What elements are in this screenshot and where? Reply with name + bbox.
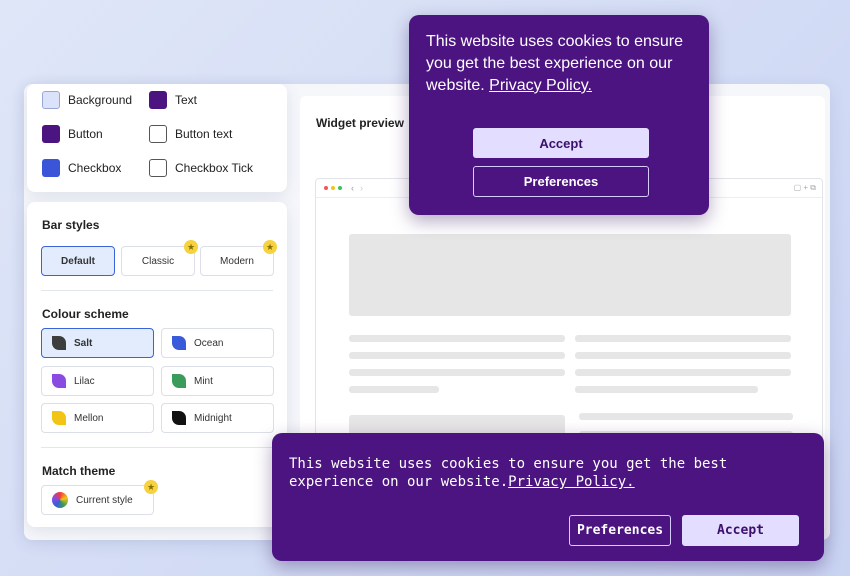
scheme-salt[interactable]: Salt	[41, 328, 154, 358]
scheme-mint[interactable]: Mint	[161, 366, 274, 396]
button-text-swatch[interactable]	[149, 125, 167, 143]
colour-label: Button text	[175, 127, 233, 141]
color-wheel-icon	[52, 492, 68, 508]
text-placeholder	[575, 386, 758, 393]
browser-actions-icon: ▢ + ⧉	[793, 183, 816, 192]
divider	[41, 290, 273, 291]
cookie-popup-top: This website uses cookies to ensure you …	[409, 15, 709, 215]
colour-checkbox-tick-row[interactable]: Checkbox Tick	[149, 159, 253, 177]
privacy-policy-link[interactable]: Privacy Policy.	[489, 77, 592, 94]
privacy-policy-link[interactable]: Privacy Policy.	[508, 474, 634, 490]
close-dot-icon	[324, 186, 328, 190]
scheme-mellon[interactable]: Mellon	[41, 403, 154, 433]
colour-text-row[interactable]: Text	[149, 91, 197, 109]
colour-label: Background	[68, 93, 133, 107]
cookie-message: This website uses cookies to ensure you …	[289, 455, 809, 491]
text-swatch[interactable]	[149, 91, 167, 109]
cookie-popup-bottom: This website uses cookies to ensure you …	[272, 433, 824, 561]
text-placeholder	[349, 369, 565, 376]
scheme-label: Mint	[194, 375, 213, 387]
cookie-message: This website uses cookies to ensure you …	[426, 31, 701, 97]
scheme-label: Lilac	[74, 375, 95, 387]
checkbox-tick-swatch[interactable]	[149, 159, 167, 177]
bar-style-modern[interactable]: Modern	[200, 246, 274, 276]
scheme-label: Salt	[74, 337, 93, 349]
divider	[41, 447, 273, 448]
salt-leaf-icon	[52, 336, 66, 350]
mellon-leaf-icon	[52, 411, 66, 425]
forward-arrow-icon: ›	[360, 183, 363, 193]
premium-star-icon: ★	[184, 240, 198, 254]
bar-style-default[interactable]: Default	[41, 246, 115, 276]
text-placeholder	[575, 369, 791, 376]
browser-mockup: ‹ › ▢ + ⧉	[315, 178, 823, 460]
back-arrow-icon: ‹	[351, 183, 354, 193]
content-placeholder	[349, 234, 791, 316]
match-theme-label: Current style	[76, 494, 133, 506]
style-settings-panel: Bar styles Default Classic ★ Modern ★ Co…	[27, 202, 287, 527]
colour-checkbox-row[interactable]: Checkbox	[42, 159, 121, 177]
scheme-label: Ocean	[194, 337, 224, 349]
background-swatch[interactable]	[42, 91, 60, 109]
ocean-leaf-icon	[172, 336, 186, 350]
colour-background-row[interactable]: Background	[42, 91, 132, 109]
scheme-label: Mellon	[74, 412, 104, 424]
text-placeholder	[579, 413, 793, 420]
button-swatch[interactable]	[42, 125, 60, 143]
text-placeholder	[349, 386, 439, 393]
colour-settings-panel: Background Text Button Button text Check…	[27, 84, 287, 192]
colour-scheme-title: Colour scheme	[42, 307, 129, 321]
text-placeholder	[349, 335, 565, 342]
bar-style-classic[interactable]: Classic	[121, 246, 195, 276]
preferences-button[interactable]: Preferences	[473, 166, 649, 197]
text-placeholder	[575, 335, 791, 342]
maximize-dot-icon	[338, 186, 342, 190]
bar-styles-title: Bar styles	[42, 218, 100, 232]
scheme-ocean[interactable]: Ocean	[161, 328, 274, 358]
preferences-button[interactable]: Preferences	[569, 515, 671, 546]
premium-star-icon: ★	[263, 240, 277, 254]
text-placeholder	[349, 352, 565, 359]
scheme-label: Midnight	[194, 412, 232, 424]
colour-button-row[interactable]: Button	[42, 125, 103, 143]
colour-label: Checkbox Tick	[175, 161, 254, 175]
accept-button[interactable]: Accept	[473, 128, 649, 158]
mint-leaf-icon	[172, 374, 186, 388]
colour-label: Checkbox	[68, 161, 122, 175]
accept-button[interactable]: Accept	[682, 515, 799, 546]
match-theme-title: Match theme	[42, 464, 116, 478]
colour-label: Text	[175, 93, 198, 107]
checkbox-swatch[interactable]	[42, 159, 60, 177]
minimize-dot-icon	[331, 186, 335, 190]
premium-star-icon: ★	[144, 480, 158, 494]
scheme-lilac[interactable]: Lilac	[41, 366, 154, 396]
match-theme-current-style[interactable]: Current style	[41, 485, 154, 515]
widget-preview-title: Widget preview	[316, 116, 404, 130]
colour-button-text-row[interactable]: Button text	[149, 125, 232, 143]
midnight-leaf-icon	[172, 411, 186, 425]
scheme-midnight[interactable]: Midnight	[161, 403, 274, 433]
text-placeholder	[575, 352, 791, 359]
colour-label: Button	[68, 127, 103, 141]
lilac-leaf-icon	[52, 374, 66, 388]
